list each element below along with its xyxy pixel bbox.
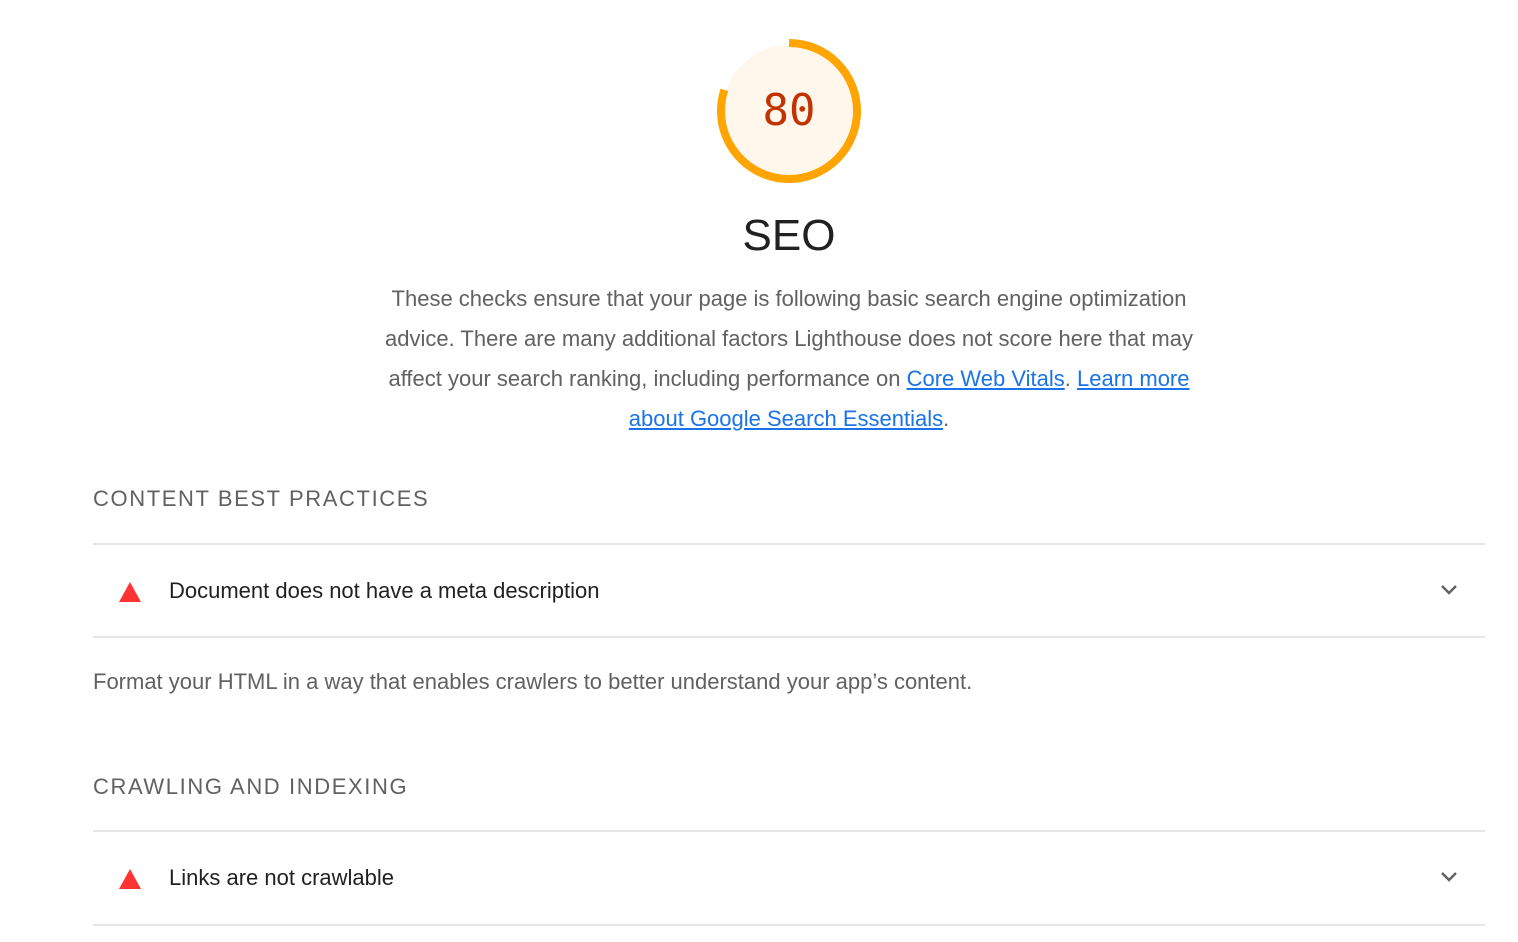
description-separator: . [1064,366,1077,391]
score-value: 80 [762,84,816,136]
group-description: Format your HTML in a way that enables c… [93,669,973,694]
description-end: . [943,406,950,431]
fail-triangle-icon [119,582,141,602]
divider [93,636,1485,638]
group-heading-crawling-and-indexing: CRAWLING AND INDEXING [93,774,409,799]
audit-title: Document does not have a meta descriptio… [169,578,600,603]
core-web-vitals-link[interactable]: Core Web Vitals [907,366,1065,391]
chevron-down-icon[interactable] [1439,583,1459,597]
category-description: These checks ensure that your page is fo… [379,279,1199,439]
audit-links-crawlable[interactable]: Links are not crawlable [93,832,1485,924]
score-gauge: 80 [716,38,862,184]
fail-triangle-icon [119,869,141,889]
audit-meta-description[interactable]: Document does not have a meta descriptio… [93,545,1485,637]
audit-title: Links are not crawlable [169,865,395,890]
chevron-down-icon[interactable] [1439,870,1459,884]
group-heading-content-best-practices: CONTENT BEST PRACTICES [93,486,430,511]
divider [93,924,1485,926]
category-title: SEO [742,211,836,260]
